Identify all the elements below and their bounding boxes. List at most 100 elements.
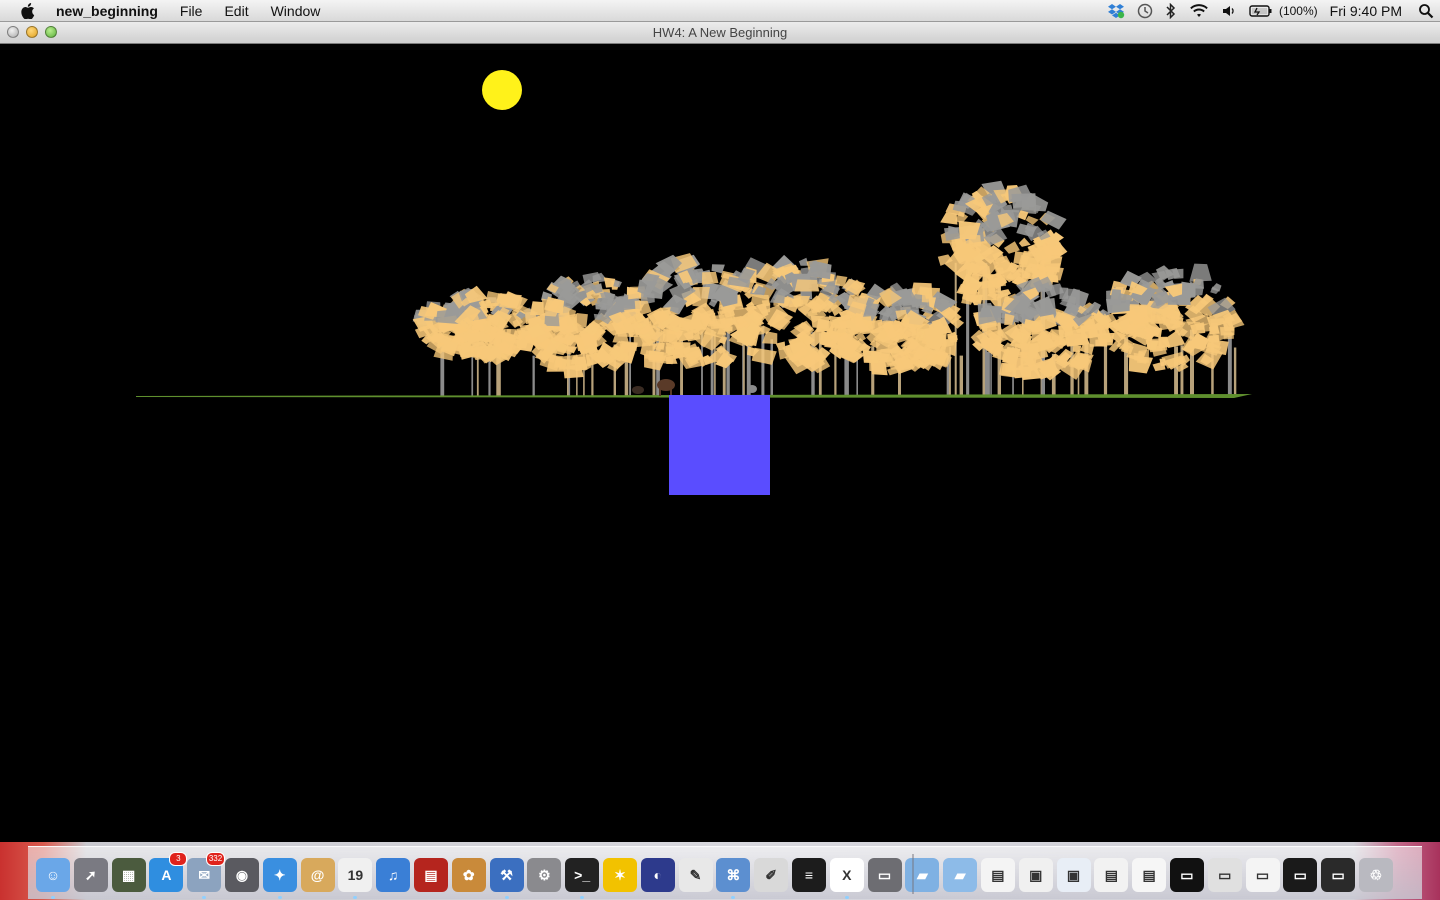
animals	[632, 379, 757, 396]
opengl-scene-canvas[interactable]	[0, 44, 1440, 842]
dock-item-glyph: ⚙	[538, 866, 551, 883]
running-indicator	[277, 896, 282, 899]
dock-item-glyph: ✶	[614, 866, 626, 883]
finder-icon[interactable]: ☺	[36, 858, 70, 899]
dock-item-glyph: ▤	[424, 866, 438, 883]
mail-icon[interactable]: ✉ 332	[187, 852, 226, 899]
dock-item-glyph: ▦	[121, 866, 136, 883]
file-menu[interactable]: File	[169, 0, 214, 22]
apple-menu-icon[interactable]	[0, 0, 56, 22]
aim-icon[interactable]: ✶	[602, 858, 637, 892]
battery-percentage[interactable]: (100%)	[1279, 0, 1324, 22]
volume-icon[interactable]	[1215, 0, 1243, 22]
mission-control-icon[interactable]: ▦	[111, 858, 146, 892]
minimized-window-1-icon[interactable]: ▣	[1018, 858, 1053, 892]
photo-booth-icon[interactable]: ▤	[413, 858, 448, 892]
running-indicator	[51, 896, 55, 899]
window-menu[interactable]: Window	[260, 0, 332, 22]
dock-item-glyph: ➚	[84, 866, 97, 883]
minimized-window-4-icon[interactable]: ▤	[1132, 858, 1167, 892]
itunes-icon[interactable]: ♫	[376, 858, 411, 892]
dock-item-glyph: ▰	[916, 866, 928, 883]
dock-item-glyph: ▣	[1029, 866, 1043, 883]
facetime-icon[interactable]: ◉	[224, 858, 259, 892]
dock-item-glyph: ⌘	[726, 866, 741, 883]
wifi-icon[interactable]	[1183, 0, 1215, 22]
dock-item-glyph: ▭	[1218, 866, 1232, 883]
dock-item-glyph: X	[842, 867, 852, 883]
script-editor-icon[interactable]: ✐	[754, 858, 789, 892]
textedit-icon[interactable]: ✎	[678, 858, 713, 892]
dock-item-glyph: ▭	[1293, 866, 1307, 883]
dock-item-glyph: ✿	[462, 866, 475, 883]
time-machine-icon[interactable]	[1131, 0, 1159, 22]
dock-item-glyph: ⚒	[500, 866, 513, 883]
trash-icon[interactable]: ♲	[1358, 858, 1393, 892]
menu-bar-clock[interactable]: Fri 9:40 PM	[1324, 0, 1412, 22]
dock-item-glyph: ▭	[1331, 866, 1345, 883]
dock-badge: 332	[205, 852, 226, 866]
dock-item-glyph: ▣	[1066, 866, 1081, 883]
address-book-icon[interactable]: @	[300, 858, 335, 892]
dock-item-glyph: ▤	[1142, 866, 1156, 883]
dock-item-glyph: ▭	[877, 866, 892, 883]
xcode-icon[interactable]: ⚒	[489, 858, 524, 899]
minimized-window-7-icon[interactable]: ▭	[1245, 858, 1280, 892]
minimized-window-2-icon[interactable]: ▣	[1056, 858, 1091, 892]
app-menu[interactable]: new_beginning	[56, 0, 169, 22]
dock-items: ☺ ➚ ▦ A 3 ✉ 332 ◉ ✦ @19 ♫ ▤ ✿ ⚒ ⚙ >_ ✶ ◐ ✎ ⌘ ✐ ≡ X ▭ ▰ ▰ ▤ ▣ ▣ ▤ ▤ ▭ ▭ ▭ ▭…	[36, 852, 1397, 899]
dock-item-glyph: 19	[347, 867, 364, 883]
network-utility-icon[interactable]: ⌘	[716, 858, 751, 899]
dock-item-glyph: ♫	[387, 867, 399, 883]
menu-bar: new_beginning File Edit Window (100%) Fr…	[0, 0, 1440, 22]
dock-item-glyph: ▤	[991, 866, 1005, 883]
dock-item-glyph: ≡	[804, 867, 814, 883]
dock-item-glyph: ✦	[273, 866, 286, 883]
iphoto-icon[interactable]: ✿	[451, 858, 486, 892]
calendar-icon[interactable]: 19	[338, 858, 373, 899]
dock-item-glyph: ♲	[1369, 866, 1383, 883]
dock-item-glyph: ◉	[235, 866, 249, 883]
tree-foliage	[412, 180, 1245, 381]
minimized-window-9-icon[interactable]: ▭	[1321, 858, 1356, 892]
eclipse-icon[interactable]: ◐	[640, 858, 675, 892]
dock-item-glyph: ✎	[689, 866, 702, 883]
console-icon[interactable]: ≡	[791, 858, 826, 892]
minimized-window-3-icon[interactable]: ▤	[1094, 858, 1129, 892]
applications-folder-icon[interactable]: ▰	[905, 858, 940, 892]
dock-item-glyph: ▤	[1104, 866, 1118, 883]
scene-render	[136, 70, 1252, 495]
spotlight-search-icon[interactable]	[1412, 0, 1440, 22]
dock-item-glyph: >_	[574, 867, 591, 883]
minimized-window-6-icon[interactable]: ▭	[1207, 858, 1242, 892]
minimized-window-5-icon[interactable]: ▭	[1169, 858, 1204, 892]
dock-item-glyph: ◐	[653, 867, 662, 883]
terminal-icon[interactable]: >_	[565, 858, 600, 899]
running-indicator	[844, 896, 849, 899]
blue-cube	[669, 395, 770, 495]
keyboard-icon[interactable]: ▭	[867, 858, 902, 892]
dock-item-glyph: ☺	[45, 867, 61, 883]
dock-item-glyph: @	[310, 867, 325, 883]
launchpad-icon[interactable]: ➚	[73, 858, 108, 892]
downloads-stack-icon[interactable]: ▤	[980, 858, 1015, 892]
minimized-window-8-icon[interactable]: ▭	[1283, 858, 1318, 892]
dock-item-glyph: ▭	[1255, 866, 1270, 883]
bluetooth-icon[interactable]	[1159, 0, 1183, 22]
app-store-icon[interactable]: A3	[149, 852, 188, 892]
dock-item-glyph: ▰	[954, 866, 966, 883]
sun	[482, 70, 522, 110]
edit-menu[interactable]: Edit	[213, 0, 259, 22]
dropbox-status-icon[interactable]	[1101, 0, 1131, 22]
dock-item-glyph: ✐	[765, 866, 777, 883]
safari-icon[interactable]: ✦	[262, 858, 297, 899]
battery-icon[interactable]	[1243, 0, 1279, 22]
documents-folder-icon[interactable]: ▰	[943, 858, 978, 892]
window-title: HW4: A New Beginning	[652, 25, 788, 40]
dock: ☺ ➚ ▦ A 3 ✉ 332 ◉ ✦ @19 ♫ ▤ ✿ ⚒ ⚙ >_ ✶ ◐ ✎ ⌘ ✐ ≡ X ▭ ▰ ▰ ▤ ▣ ▣ ▤ ▤ ▭ ▭ ▭ ▭…	[0, 842, 1440, 900]
x11-icon[interactable]: X	[829, 858, 864, 899]
system-preferences-icon[interactable]: ⚙	[527, 858, 562, 892]
dock-separator	[912, 854, 914, 894]
dock-item-glyph: ▭	[1180, 866, 1194, 883]
window-title-bar[interactable]: HW4: A New Beginning	[0, 22, 1440, 44]
